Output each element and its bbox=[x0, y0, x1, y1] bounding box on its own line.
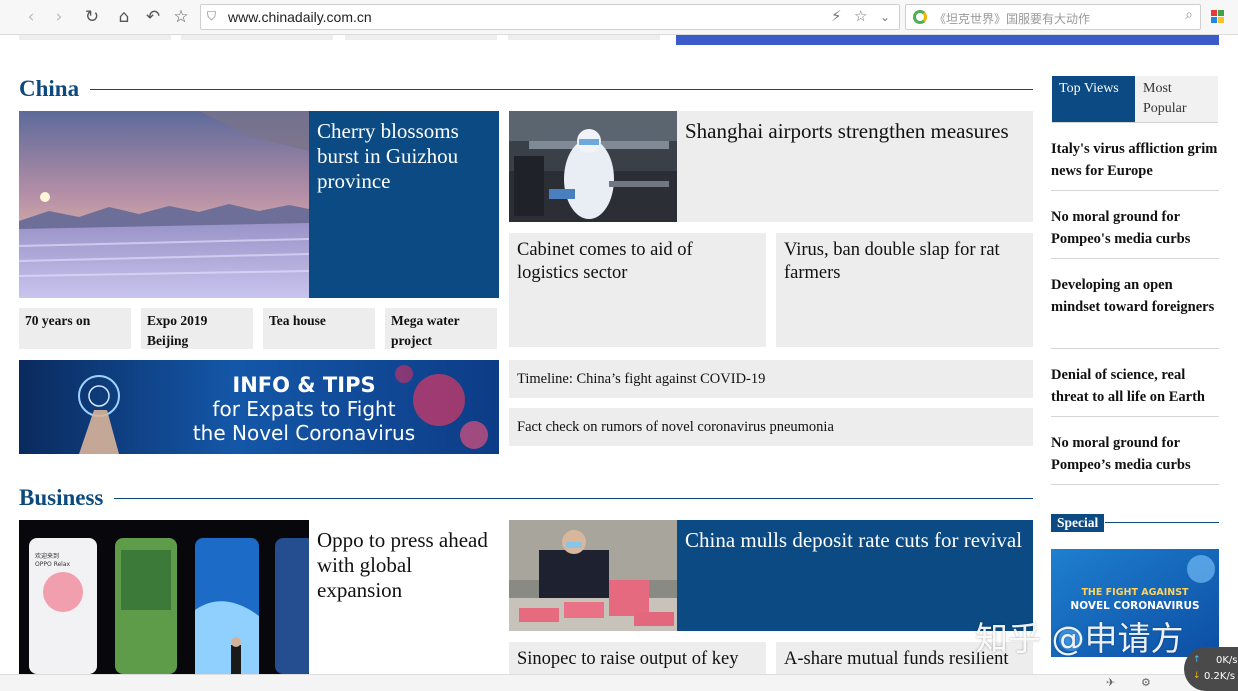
section-divider bbox=[114, 498, 1033, 499]
tag-link[interactable]: Expo 2019 Beijing bbox=[141, 308, 253, 349]
headline-link[interactable]: Cherry blossoms burst in Guizhou provinc… bbox=[317, 119, 491, 194]
divider bbox=[1051, 416, 1219, 417]
search-input[interactable]: 《坦克世界》国服要有大动作 bbox=[934, 10, 1090, 27]
network-speed-widget[interactable]: ↑ 0K/s ↓ 0.2K/s bbox=[1184, 647, 1238, 691]
undo-icon[interactable]: ↶ bbox=[142, 6, 164, 28]
headline-link[interactable]: Shanghai airports strengthen measures bbox=[685, 119, 1025, 144]
search-engine-icon bbox=[913, 10, 927, 24]
upload-speed: 0K/s bbox=[1216, 655, 1238, 666]
cherry-blossom-photo[interactable] bbox=[19, 111, 309, 298]
section-title[interactable]: Business bbox=[19, 485, 103, 511]
info-tips-banner[interactable]: INFO & TIPS for Expats to Fight the Nove… bbox=[19, 360, 499, 454]
special-divider bbox=[1105, 522, 1219, 523]
special-banner-line: THE FIGHT AGAINST bbox=[1081, 587, 1189, 598]
prev-card-edge bbox=[345, 35, 497, 40]
download-speed: 0.2K/s bbox=[1204, 671, 1236, 682]
tab-top-views[interactable]: Top Views bbox=[1052, 76, 1135, 122]
cabinet-card[interactable]: Cabinet comes to aid of logistics sector bbox=[509, 233, 766, 347]
tag-link[interactable]: 70 years on bbox=[19, 308, 131, 349]
upload-arrow-icon: ↑ bbox=[1193, 655, 1201, 665]
sidebar-article-link[interactable]: No moral ground for Pompeo's media curbs bbox=[1051, 206, 1219, 250]
bookmark-star-icon[interactable]: ☆ bbox=[170, 6, 192, 28]
banknotes-photo[interactable] bbox=[509, 520, 677, 631]
headline-link[interactable]: China mulls deposit rate cuts for reviva… bbox=[685, 528, 1025, 553]
tag-link[interactable]: Mega water project bbox=[385, 308, 497, 349]
headline-link[interactable]: Cabinet comes to aid of logistics sector bbox=[517, 239, 758, 285]
back-icon[interactable]: ‹ bbox=[20, 6, 42, 28]
sidebar-article-link[interactable]: Developing an open mindset toward foreig… bbox=[1051, 274, 1219, 318]
headline-link[interactable]: Virus, ban double slap for rat farmers bbox=[784, 239, 1025, 285]
tab-most-popular[interactable]: Most Popular bbox=[1135, 76, 1218, 122]
browser-toolbar: ‹ › ↻ ⌂ ↶ ☆ ⛉ www.chinadaily.com.cn ⚡ ☆ … bbox=[0, 0, 1238, 35]
prev-card-edge bbox=[508, 35, 660, 40]
sidebar-article-link[interactable]: Italy's virus affliction grim news for E… bbox=[1051, 138, 1219, 182]
zhihu-watermark: 知乎 @申请方 bbox=[975, 619, 1184, 658]
banner-title: INFO & TIPS bbox=[232, 373, 376, 397]
status-icon[interactable]: ⚙ bbox=[1141, 676, 1151, 689]
special-banner-line: NOVEL CORONAVIRUS bbox=[1070, 600, 1200, 612]
prev-banner-edge bbox=[676, 35, 1219, 45]
oppo-launch-photo[interactable]: 欢迎来到 OPPO Relax bbox=[19, 520, 309, 674]
rat-farmers-card[interactable]: Virus, ban double slap for rat farmers bbox=[776, 233, 1033, 347]
forward-icon[interactable]: › bbox=[48, 6, 70, 28]
airport-staff-photo[interactable] bbox=[509, 111, 677, 222]
shield-icon: ⛉ bbox=[207, 9, 217, 23]
apps-icon[interactable] bbox=[1211, 10, 1225, 24]
sidebar-article-link[interactable]: Denial of science, real threat to all li… bbox=[1051, 364, 1219, 408]
divider bbox=[1051, 190, 1219, 191]
lightning-icon[interactable]: ⚡ bbox=[831, 7, 842, 25]
china-feature-headline-box[interactable]: Cherry blossoms burst in Guizhou provinc… bbox=[309, 111, 499, 298]
banner-subtitle: the Novel Coronavirus bbox=[192, 421, 416, 445]
search-icon[interactable]: ⌕ bbox=[1185, 7, 1193, 23]
favorite-star-icon[interactable]: ☆ bbox=[854, 7, 867, 25]
address-bar[interactable]: ⛉ www.chinadaily.com.cn ⚡ ☆ ⌄ bbox=[200, 4, 900, 30]
divider bbox=[1051, 348, 1219, 349]
divider bbox=[1051, 258, 1219, 259]
china-section-header: China bbox=[19, 76, 1033, 106]
search-box[interactable]: 《坦克世界》国服要有大动作 ⌕ bbox=[905, 4, 1201, 30]
sidebar-article-link[interactable]: No moral ground for Pompeo’s media curbs bbox=[1051, 432, 1219, 476]
tag-link[interactable]: Tea house bbox=[263, 308, 375, 349]
divider bbox=[1051, 484, 1219, 485]
prev-card-edge bbox=[181, 35, 333, 40]
download-arrow-icon: ↓ bbox=[1193, 671, 1201, 681]
browser-status-bar: ✈ ⚙ bbox=[0, 674, 1238, 691]
headline-link[interactable]: Sinopec to raise output of key bbox=[517, 648, 758, 671]
phone-screen-text: 欢迎来到 OPPO Relax bbox=[35, 553, 71, 568]
tabs-divider bbox=[1052, 122, 1218, 123]
chevron-down-icon[interactable]: ⌄ bbox=[880, 10, 890, 24]
section-divider bbox=[90, 89, 1033, 90]
prev-card-edge bbox=[19, 35, 171, 40]
home-icon[interactable]: ⌂ bbox=[113, 6, 135, 28]
status-icon[interactable]: ✈ bbox=[1106, 676, 1115, 689]
fact-check-link[interactable]: Fact check on rumors of novel coronaviru… bbox=[509, 408, 1033, 446]
timeline-link[interactable]: Timeline: China’s fight against COVID-19 bbox=[509, 360, 1033, 398]
banner-subtitle: for Expats to Fight bbox=[212, 397, 396, 421]
section-title[interactable]: China bbox=[19, 76, 79, 102]
headline-link[interactable]: Oppo to press ahead with global expansio… bbox=[317, 528, 497, 603]
shanghai-airports-card[interactable]: Shanghai airports strengthen measures bbox=[509, 111, 1033, 222]
special-label: Special bbox=[1051, 514, 1105, 532]
business-section-header: Business bbox=[19, 485, 1033, 515]
reload-icon[interactable]: ↻ bbox=[81, 6, 103, 28]
url-text[interactable]: www.chinadaily.com.cn bbox=[228, 9, 372, 25]
sidebar-tabs: Top Views Most Popular bbox=[1052, 76, 1218, 122]
